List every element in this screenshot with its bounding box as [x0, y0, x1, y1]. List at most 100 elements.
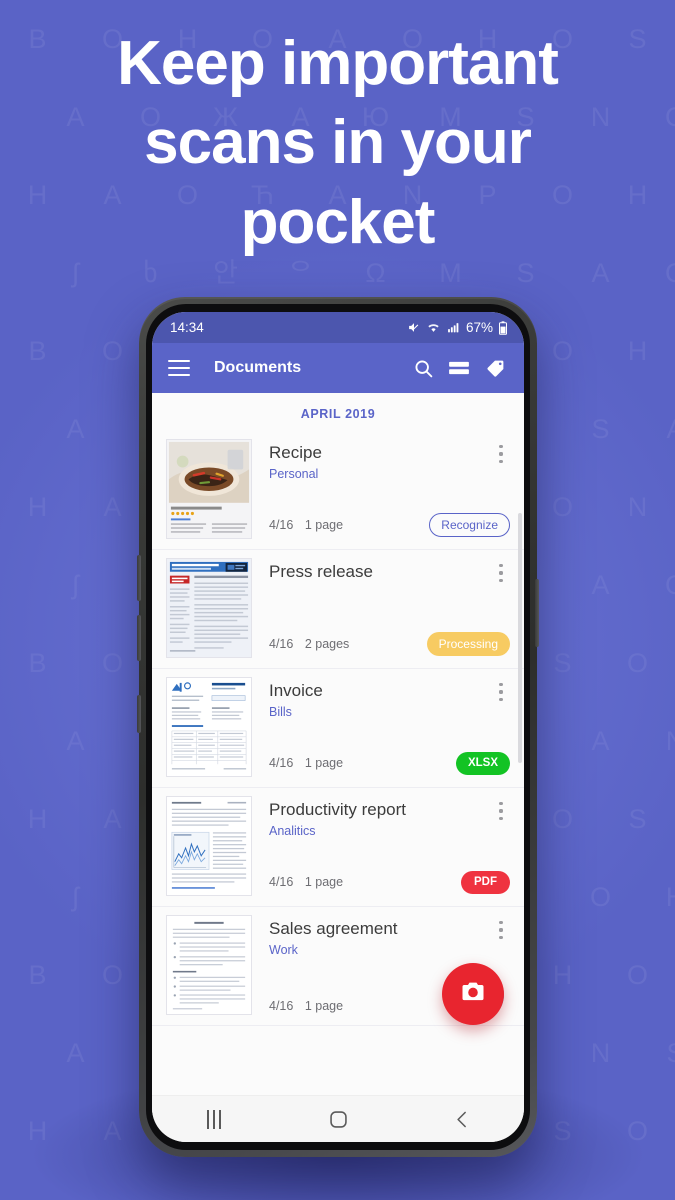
document-list[interactable]: APRIL 2019 Recipe Personal 4/16 1 page R…: [152, 393, 524, 1095]
document-tag[interactable]: Work: [269, 943, 510, 957]
background-pattern-glyph: A: [591, 257, 610, 288]
month-section-header: APRIL 2019: [300, 407, 376, 421]
background-pattern-glyph: H: [27, 803, 48, 834]
mute-icon: [407, 321, 421, 334]
volume-down-button[interactable]: [137, 615, 141, 661]
row-overflow-menu-icon[interactable]: [492, 681, 510, 703]
background-pattern-glyph: A: [103, 1115, 122, 1146]
document-meta: 4/16 1 page: [269, 756, 343, 770]
background-pattern-glyph: N: [590, 1037, 611, 1068]
background-pattern-glyph: S: [516, 257, 535, 288]
headline-line-2: scans in your: [144, 108, 532, 178]
document-date: 4/16: [269, 756, 294, 771]
document-date: 4/16: [269, 637, 294, 651]
phone-screen: 14:34 67% Documents APRIL 2019 Recipe Pe…: [152, 312, 524, 1142]
document-title: Sales agreement: [269, 919, 398, 938]
background-pattern-glyph: ხ: [143, 257, 158, 288]
back-icon[interactable]: [432, 1099, 492, 1139]
list-scrollbar[interactable]: [518, 513, 522, 763]
view-mode-icon[interactable]: [444, 353, 474, 383]
document-title: Invoice: [269, 681, 323, 700]
search-icon[interactable]: [408, 353, 438, 383]
status-bar-indicators: 67%: [407, 320, 508, 335]
camera-icon: [459, 978, 487, 1011]
background-pattern-glyph: N: [638, 727, 675, 755]
background-pattern-glyph: S: [638, 1039, 675, 1067]
status-badge: XLSX: [455, 751, 510, 775]
background-pattern-glyph: A: [66, 1037, 85, 1068]
invoice-thumbnail[interactable]: [166, 677, 252, 777]
table-row[interactable]: Productivity report Analitics 4/16 1 pag…: [152, 788, 524, 907]
document-meta: 4/16 1 page: [269, 518, 343, 532]
row-overflow-menu-icon[interactable]: [492, 800, 510, 822]
home-icon[interactable]: [308, 1099, 368, 1139]
background-pattern-glyph: A: [591, 569, 610, 600]
background-pattern-glyph: H: [638, 883, 675, 911]
background-pattern-glyph: N: [627, 491, 648, 522]
background-pattern-glyph: ᄋ: [288, 257, 313, 288]
background-pattern-glyph: A: [591, 725, 610, 756]
document-details: Recipe Personal 4/16 1 page Recognize: [252, 439, 510, 539]
assistant-side-button[interactable]: [137, 695, 141, 733]
background-pattern-glyph: H: [27, 1115, 48, 1146]
agreement-thumbnail[interactable]: [166, 915, 252, 1015]
background-pattern-glyph: O: [626, 647, 648, 678]
press-release-thumbnail[interactable]: [166, 558, 252, 658]
camera-fab-button[interactable]: [442, 963, 504, 1025]
document-date: 4/16: [269, 999, 294, 1013]
power-button[interactable]: [535, 579, 539, 647]
document-pages: 1 page: [304, 999, 344, 1013]
report-chart-thumbnail[interactable]: [166, 796, 252, 896]
background-pattern-glyph: ʃ: [72, 257, 79, 288]
signal-icon: [446, 321, 461, 334]
background-pattern-glyph: O: [626, 959, 648, 990]
document-meta: 4/16 1 page: [269, 875, 343, 889]
floating-action-button-group: [442, 963, 506, 1027]
document-title: Productivity report: [269, 800, 406, 819]
page-title: Keep important scans in your pocket: [0, 24, 675, 262]
tag-icon[interactable]: [480, 353, 510, 383]
recipe-photo-thumbnail[interactable]: [166, 439, 252, 539]
background-pattern-glyph: A: [66, 725, 85, 756]
document-footer: 4/16 1 page XLSX: [269, 751, 510, 777]
app-bar-title: Documents: [214, 359, 302, 376]
background-pattern-glyph: Ω: [365, 257, 386, 288]
document-title: Press release: [269, 562, 373, 581]
table-row[interactable]: Press release 4/16 2 pages Processing: [152, 550, 524, 669]
document-details: Productivity report Analitics 4/16 1 pag…: [252, 796, 510, 896]
recents-icon[interactable]: [184, 1099, 244, 1139]
background-pattern-glyph: H: [27, 491, 48, 522]
battery-percent-label: 67%: [465, 320, 493, 335]
background-pattern-glyph: A: [638, 415, 675, 443]
document-meta: 4/16 2 pages: [269, 637, 349, 651]
row-overflow-menu-icon[interactable]: [492, 562, 510, 584]
status-badge[interactable]: Recognize: [429, 513, 510, 537]
background-pattern-glyph: ʃ: [72, 569, 79, 600]
document-pages: 2 pages: [304, 637, 350, 651]
app-bar: Documents: [152, 343, 524, 393]
headline-line-3: pocket: [240, 187, 436, 257]
document-meta: 4/16 1 page: [269, 999, 343, 1013]
document-tag[interactable]: Analitics: [269, 824, 510, 838]
document-footer: 4/16 2 pages Processing: [269, 632, 510, 658]
document-footer: 4/16 1 page PDF: [269, 870, 510, 896]
row-overflow-menu-icon[interactable]: [492, 919, 510, 941]
background-pattern-glyph: B: [28, 647, 47, 678]
document-tag[interactable]: Personal: [269, 467, 510, 481]
hamburger-menu-icon[interactable]: [168, 360, 190, 376]
row-overflow-menu-icon[interactable]: [492, 443, 510, 465]
document-details: Invoice Bills 4/16 1 page XLSX: [252, 677, 510, 777]
volume-up-button[interactable]: [137, 555, 141, 601]
document-date: 4/16: [269, 875, 294, 890]
phone-mockup: 14:34 67% Documents APRIL 2019 Recipe Pe…: [137, 297, 539, 1157]
battery-icon: [498, 320, 508, 335]
android-navigation-bar: [152, 1095, 524, 1142]
phone-bezel: 14:34 67% Documents APRIL 2019 Recipe Pe…: [146, 304, 530, 1150]
background-pattern-glyph: B: [28, 959, 47, 990]
background-pattern-glyph: S: [553, 1115, 572, 1146]
table-row[interactable]: Invoice Bills 4/16 1 page XLSX: [152, 669, 524, 788]
document-tag[interactable]: Bills: [269, 705, 510, 719]
background-pattern-glyph: B: [28, 335, 47, 366]
table-row[interactable]: Recipe Personal 4/16 1 page Recognize: [152, 431, 524, 550]
document-date: 4/16: [269, 518, 294, 532]
